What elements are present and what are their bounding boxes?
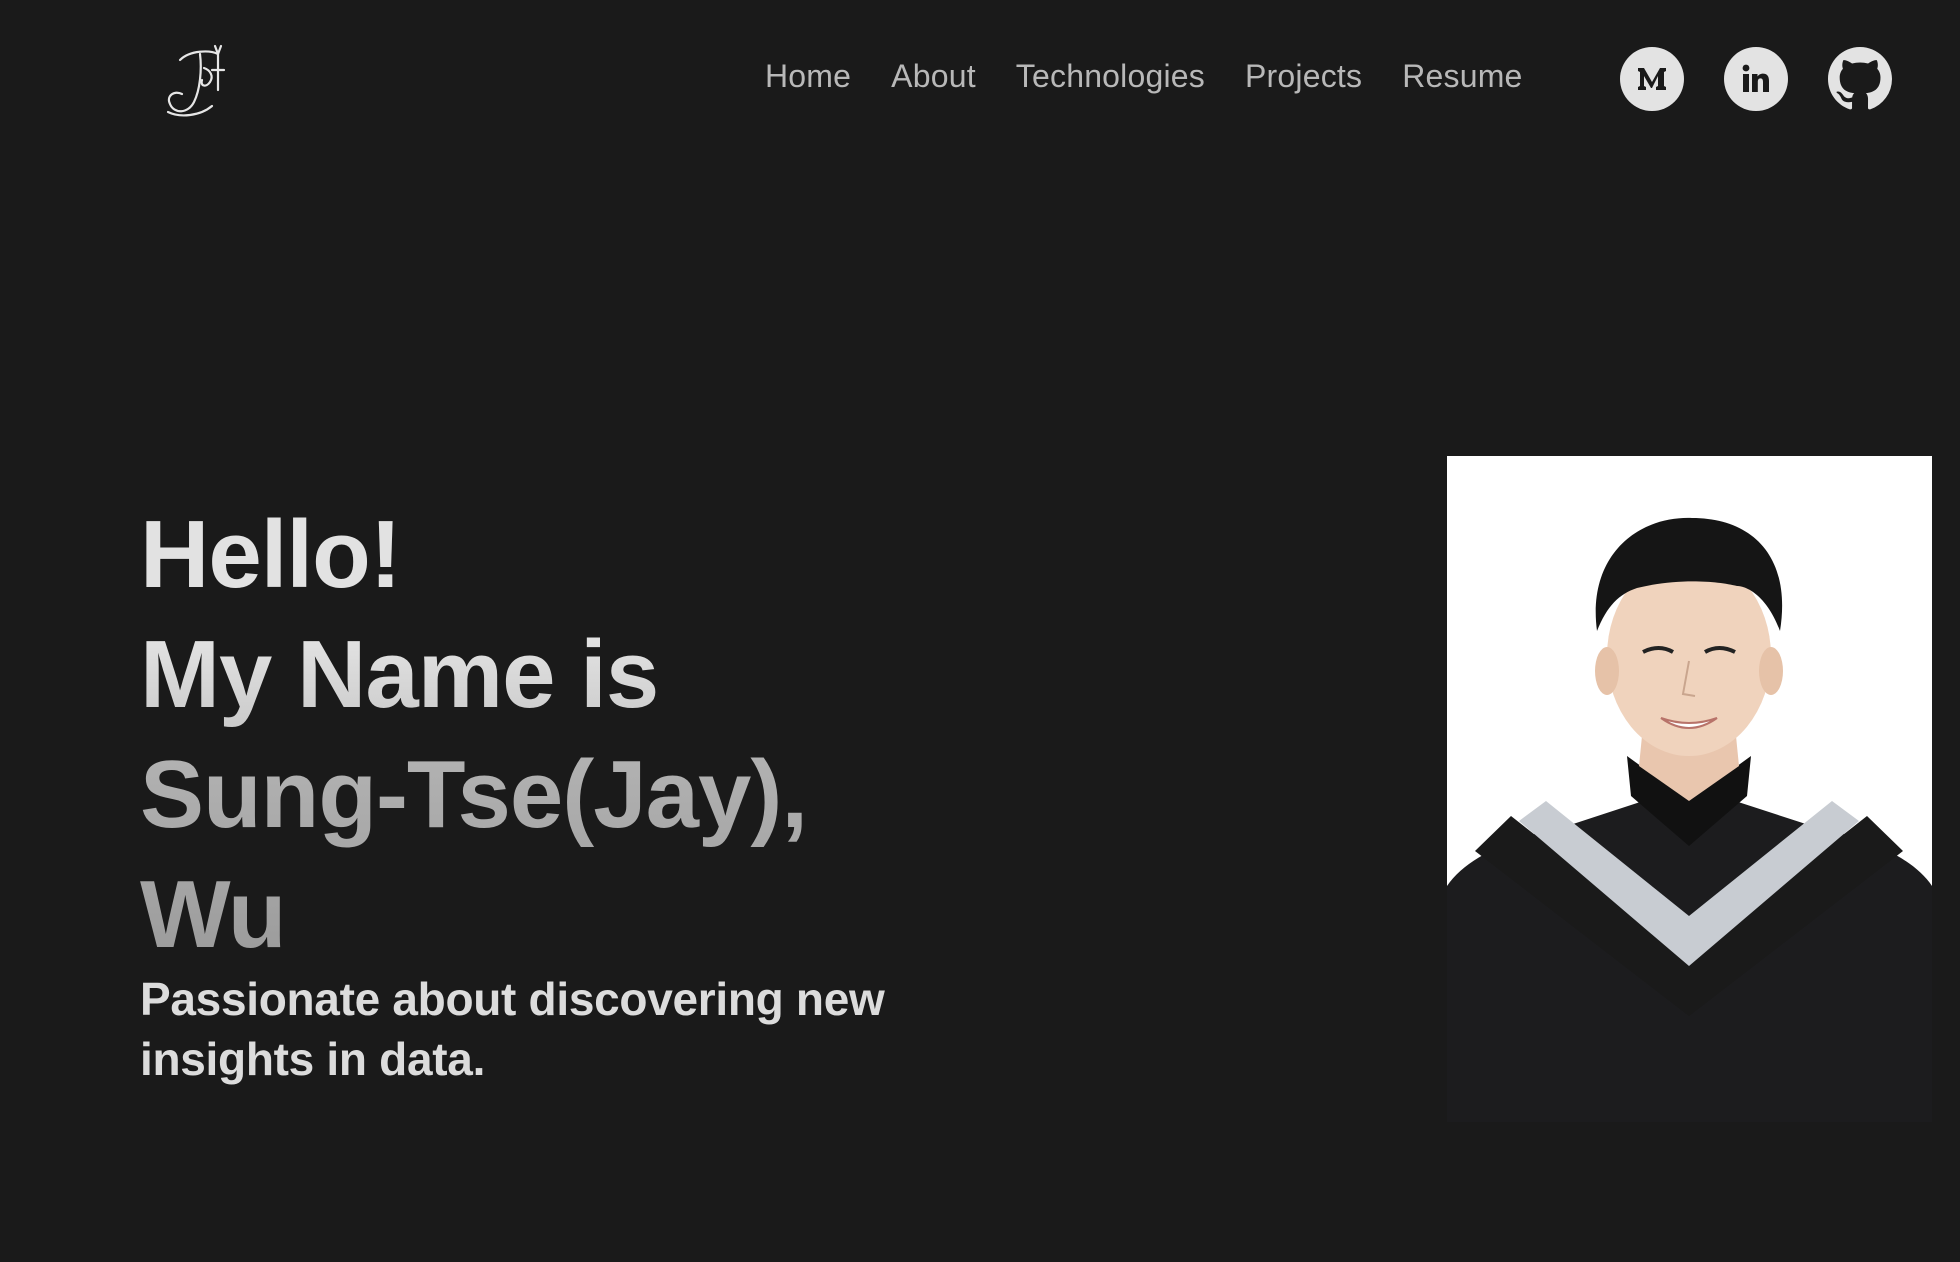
profile-photo: [1447, 456, 1932, 1122]
hero-tagline: Passionate about discovering new insight…: [140, 973, 885, 1085]
nav-home[interactable]: Home: [765, 58, 851, 95]
logo-icon[interactable]: [160, 40, 232, 120]
nav-projects[interactable]: Projects: [1245, 58, 1362, 95]
linkedin-link[interactable]: [1724, 47, 1788, 111]
nav-technologies[interactable]: Technologies: [1016, 58, 1205, 95]
hero-intro: My Name is: [140, 615, 1040, 735]
github-link[interactable]: [1828, 47, 1892, 111]
page: Home About Technologies Projects Resume: [0, 0, 1960, 1262]
linkedin-icon: [1742, 64, 1769, 92]
medium-link[interactable]: [1620, 47, 1684, 111]
main-nav: Home About Technologies Projects Resume: [765, 58, 1523, 95]
portrait-illustration: [1447, 456, 1932, 1122]
hero-name: Sung-Tse(Jay), Wu: [140, 735, 900, 975]
nav-resume[interactable]: Resume: [1402, 58, 1522, 95]
social-links: [1620, 47, 1892, 111]
nav-about[interactable]: About: [891, 58, 976, 95]
site-header: Home About Technologies Projects Resume: [0, 0, 1960, 160]
github-icon: [1828, 47, 1892, 110]
hero-section: Hello! My Name is Sung-Tse(Jay), Wu Pass…: [140, 495, 1040, 1135]
hero-greeting: Hello!: [140, 501, 402, 608]
medium-icon: [1638, 68, 1666, 90]
